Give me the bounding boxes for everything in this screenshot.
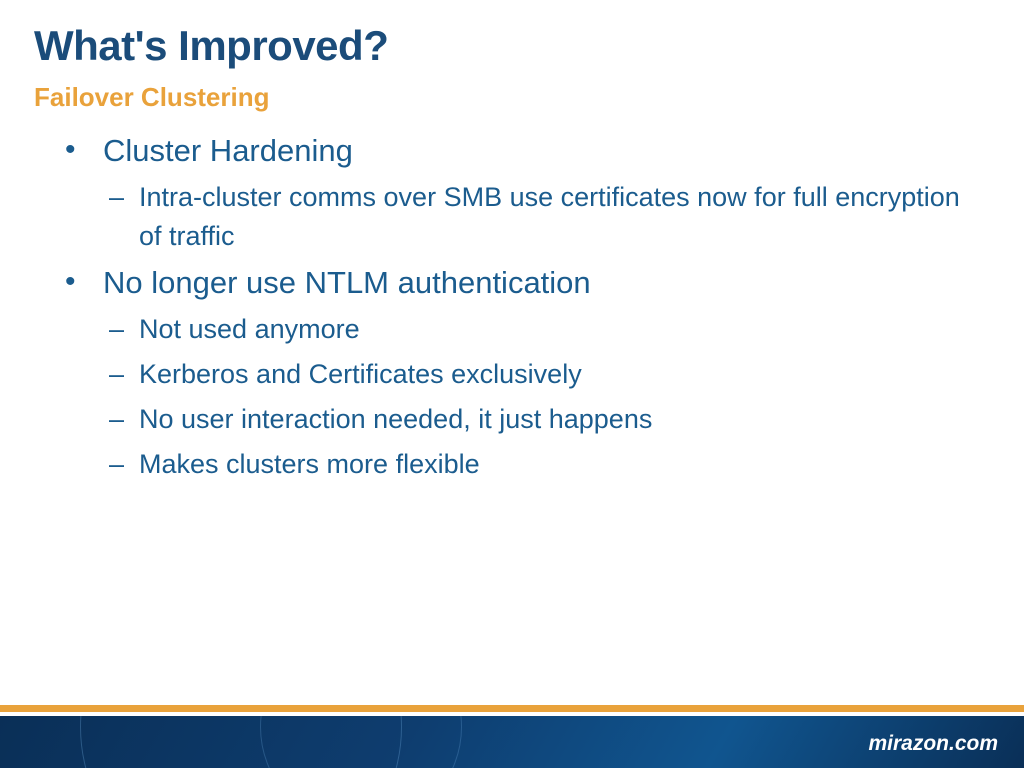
footer-brand: mirazon.com — [868, 732, 998, 756]
slide: What's Improved? Failover Clustering Clu… — [0, 0, 1024, 768]
slide-subtitle: Failover Clustering — [34, 82, 270, 113]
bullet-text: Cluster Hardening — [103, 133, 353, 168]
slide-title: What's Improved? — [34, 22, 388, 70]
footer-accent-bar — [0, 705, 1024, 712]
sub-bullet-item: Makes clusters more flexible — [103, 445, 964, 484]
slide-body: Cluster Hardening Intra-cluster comms ov… — [55, 130, 964, 491]
sub-bullet-item: Not used anymore — [103, 310, 964, 349]
sub-bullet-item: No user interaction needed, it just happ… — [103, 400, 964, 439]
sub-bullet-item: Intra-cluster comms over SMB use certifi… — [103, 178, 964, 256]
footer-band: mirazon.com — [0, 716, 1024, 768]
bullet-text: No longer use NTLM authentication — [103, 265, 591, 300]
slide-footer: mirazon.com — [0, 708, 1024, 768]
sub-bullet-item: Kerberos and Certificates exclusively — [103, 355, 964, 394]
bullet-item: No longer use NTLM authentication Not us… — [55, 262, 964, 484]
bullet-item: Cluster Hardening Intra-cluster comms ov… — [55, 130, 964, 256]
